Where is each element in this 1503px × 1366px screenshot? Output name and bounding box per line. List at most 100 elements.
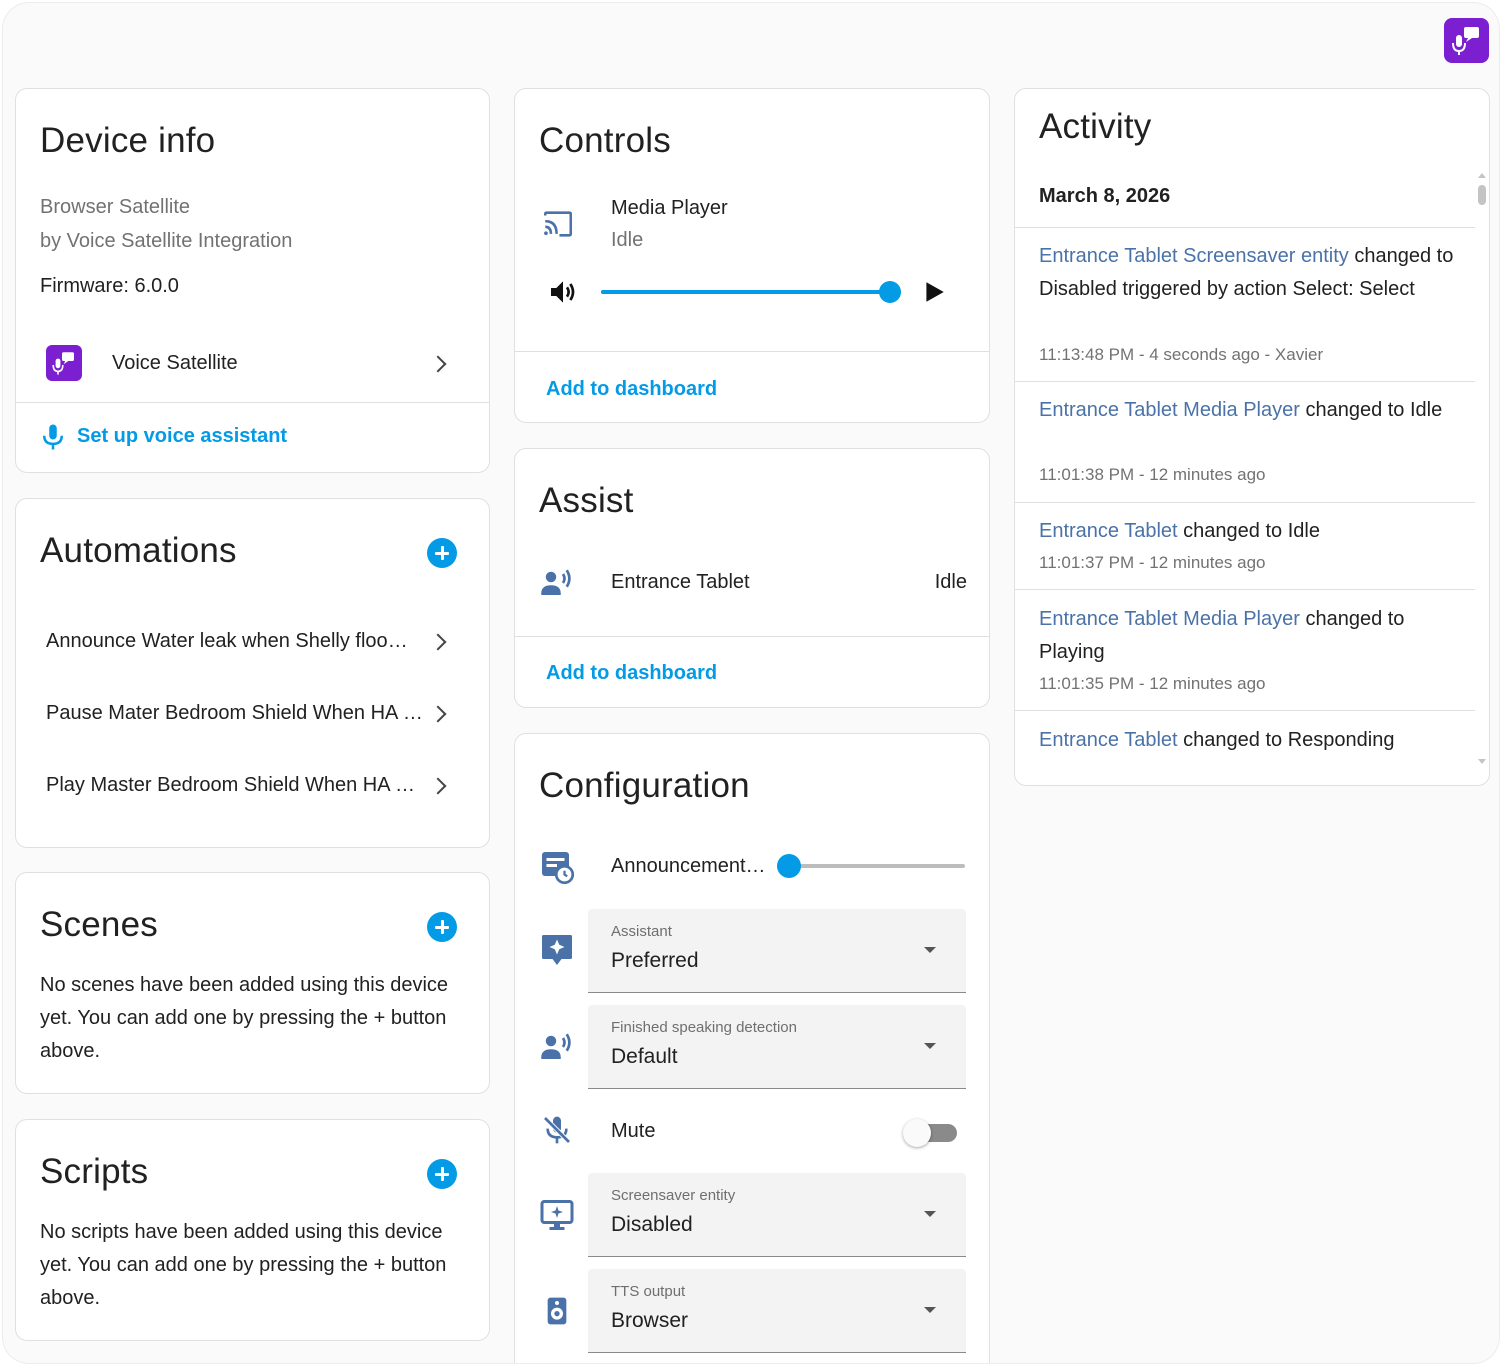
divider [1015,227,1475,228]
scroll-up-arrow-icon[interactable] [1478,173,1486,178]
activity-scrollbar[interactable] [1477,171,1487,765]
dropdown-arrow-icon [924,1307,936,1313]
activity-scroll-area[interactable]: March 8, 2026 Entrance Tablet Screensave… [1015,171,1475,765]
activity-entry: Entrance Tablet Screensaver entity chang… [1039,240,1459,306]
voice-user-icon [541,1033,571,1059]
chevron-right-icon [429,355,447,373]
automation-label: Announce Water leak when Shelly flood se… [46,630,416,652]
microphone-icon [43,424,63,450]
configuration-title: Configuration [539,766,750,805]
media-player-name: Media Player [611,197,728,219]
device-firmware: Firmware: 6.0.0 [40,275,179,297]
scenes-card: Scenes No scenes have been added using t… [15,872,490,1094]
automations-card: Automations Announce Water leak when She… [15,498,490,848]
scrollbar-thumb[interactable] [1478,185,1486,205]
activity-entry-text: changed to Idle [1299,399,1443,421]
activity-entry: Entrance Tablet Media Player changed to … [1039,394,1459,427]
device-info-card: Device info Browser Satellite by Voice S… [15,88,490,473]
integration-row[interactable]: Voice Satellite [16,329,489,399]
screensaver-entity-select-value: Disabled [611,1213,693,1236]
integration-label: Voice Satellite [112,352,238,374]
tts-output-select-value: Browser [611,1309,689,1332]
voice-user-icon [541,569,571,595]
tts-output-select-label: TTS output [611,1283,686,1300]
configuration-card: Configuration Announcement volume Assist… [514,733,990,1363]
setup-voice-assistant-label: Set up voice assistant [77,425,288,447]
assist-add-to-dashboard-button[interactable]: Add to dashboard [546,662,717,685]
finished-speaking-select-value: Default [611,1045,678,1068]
automation-label: Play Master Bedroom Shield When HA Start… [46,774,422,796]
finished-speaking-select[interactable]: Finished speaking detection Default [588,1005,966,1089]
volume-icon[interactable] [547,276,579,308]
scripts-title: Scripts [40,1152,149,1191]
controls-card: Controls Media Player Idle Add to dashbo… [514,88,990,423]
activity-entity-link[interactable]: Entrance Tablet Media Player [1039,399,1300,421]
activity-entity-link[interactable]: Entrance Tablet [1039,729,1178,751]
tts-output-select[interactable]: TTS output Browser [588,1269,966,1353]
add-script-button[interactable] [427,1159,457,1189]
assist-entity-name: Entrance Tablet [611,571,750,593]
volume-slider-fill [601,290,890,294]
assistant-select-label: Assistant [611,923,672,940]
activity-entry-time: 11:01:35 PM - 12 minutes ago [1039,674,1266,693]
scenes-empty-text: No scenes have been added using this dev… [40,974,449,1062]
announcement-volume-thumb[interactable] [777,854,801,878]
activity-entity-link[interactable]: Entrance Tablet Screensaver entity [1039,245,1349,267]
assistant-select[interactable]: Assistant Preferred [588,909,966,993]
dropdown-arrow-icon [924,1043,936,1049]
mute-label: Mute [611,1120,656,1142]
device-model: Browser Satellite [40,196,191,218]
automation-item[interactable]: Pause Mater Bedroom Shield When HA Stopp… [16,683,489,743]
activity-entry-text: changed to Idle [1177,520,1320,542]
page-frame: Device info Browser Satellite by Voice S… [3,3,1499,1363]
activity-entry-time: 11:01:38 PM - 12 minutes ago [1039,465,1266,484]
assist-title: Assist [539,481,634,520]
mute-toggle-thumb [903,1119,931,1147]
media-player-row[interactable]: Media Player Idle [515,189,989,259]
volume-slider[interactable] [601,281,901,303]
device-info-title: Device info [40,121,216,160]
add-scene-button[interactable] [427,912,457,942]
announcement-volume-slider[interactable] [777,854,965,878]
divider [1015,381,1475,382]
activity-title: Activity [1039,107,1152,146]
device-manufacturer: by Voice Satellite Integration [40,230,293,252]
setup-voice-assistant-button[interactable]: Set up voice assistant [38,417,338,457]
activity-entity-link[interactable]: Entrance Tablet Media Player [1039,608,1300,630]
divider [515,636,989,637]
scroll-down-arrow-icon[interactable] [1478,759,1486,764]
chevron-right-icon [429,705,447,723]
dropdown-arrow-icon [924,1211,936,1217]
automations-title: Automations [40,531,237,570]
activity-entity-link[interactable]: Entrance Tablet [1039,520,1178,542]
finished-speaking-select-label: Finished speaking detection [611,1019,797,1036]
media-player-state: Idle [611,229,644,251]
voice-satellite-icon [46,345,82,381]
screensaver-entity-select[interactable]: Screensaver entity Disabled [588,1173,966,1257]
announcement-volume-track [777,864,965,868]
divider [1015,710,1475,711]
voice-satellite-icon[interactable] [1444,18,1489,63]
controls-add-to-dashboard-button[interactable]: Add to dashboard [546,378,717,401]
divider [1015,502,1475,503]
assist-satellite-row[interactable]: Entrance Tablet Idle [515,549,989,619]
automation-item[interactable]: Announce Water leak when Shelly flood se… [16,611,489,671]
announcement-volume-label: Announcement volume [611,855,766,877]
activity-date-header: March 8, 2026 [1039,185,1171,207]
activity-entry: Entrance Tablet changed to Idle [1039,515,1459,548]
play-icon[interactable] [921,279,947,305]
monitor-star-icon [540,1200,574,1230]
scenes-title: Scenes [40,905,158,944]
mute-toggle[interactable] [903,1118,959,1148]
screensaver-entity-select-label: Screensaver entity [611,1187,736,1204]
activity-entry-text: changed to Responding [1177,729,1395,751]
volume-slider-thumb[interactable] [879,281,901,303]
scripts-empty-text: No scripts have been added using this de… [40,1221,447,1309]
chevron-right-icon [429,777,447,795]
add-automation-button[interactable] [427,538,457,568]
microphone-off-icon [543,1116,571,1144]
automation-item[interactable]: Play Master Bedroom Shield When HA Start… [16,755,489,815]
automation-label: Pause Mater Bedroom Shield When HA Stopp… [46,702,424,724]
activity-entry-time: 11:13:48 PM - 4 seconds ago - Xavier [1039,345,1324,364]
announcement-volume-icon [542,852,575,885]
